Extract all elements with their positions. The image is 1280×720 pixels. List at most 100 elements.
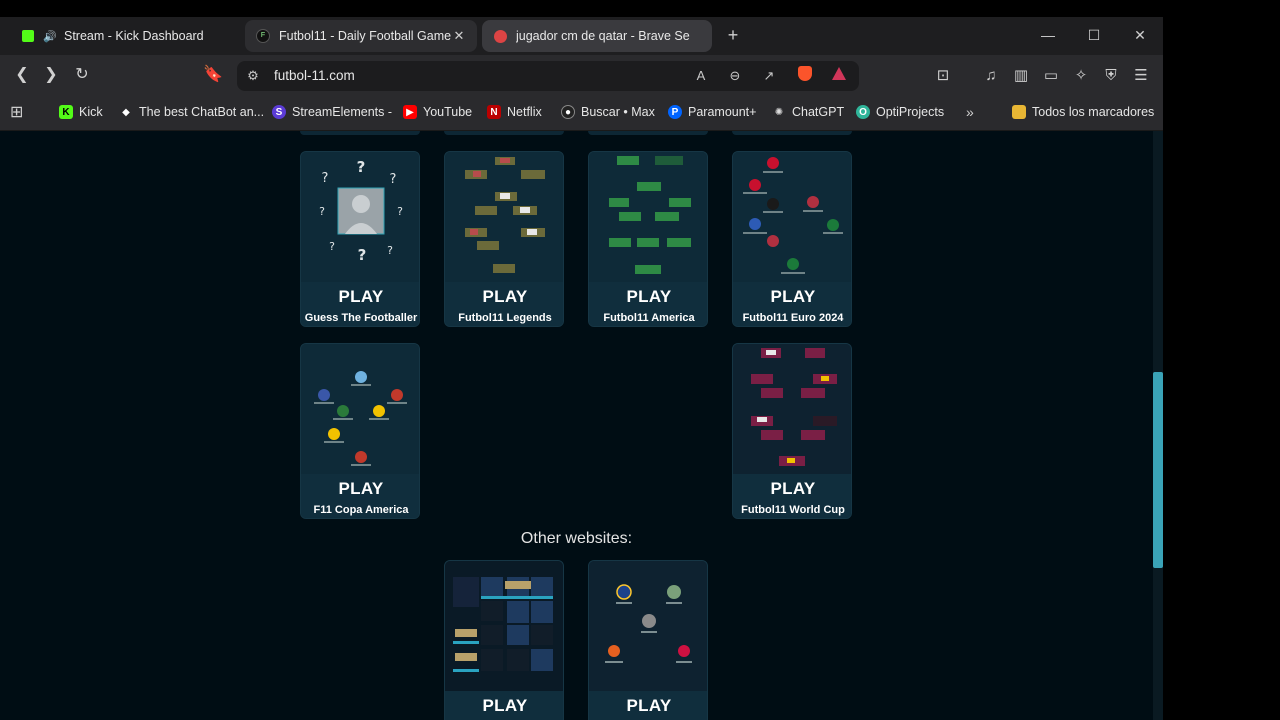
- game-card-legends[interactable]: PLAY Futbol11 Legends: [444, 151, 564, 327]
- bookmark-netflix[interactable]: N Netflix: [487, 103, 542, 121]
- card-remnant: [444, 131, 564, 135]
- tab-futbol11[interactable]: F Futbol11 - Daily Football Game ✕: [245, 20, 477, 52]
- svg-text:?: ?: [329, 240, 335, 253]
- close-tab-icon[interactable]: ✕: [451, 28, 467, 44]
- play-label[interactable]: PLAY: [733, 287, 851, 307]
- paramount-icon: P: [668, 105, 682, 119]
- page-content: ? ? ? ? ? ? ? ? PLAY Guess The Footballe…: [0, 131, 1153, 720]
- netflix-icon: N: [487, 105, 501, 119]
- bookmark-max[interactable]: ● Buscar • Max: [561, 103, 655, 121]
- svg-text:?: ?: [322, 171, 329, 186]
- play-label[interactable]: PLAY: [445, 287, 563, 307]
- streamelements-icon: S: [272, 105, 286, 119]
- menu-icon[interactable]: ☰: [1130, 66, 1152, 86]
- maximize-button[interactable]: ☐: [1084, 26, 1104, 46]
- speaker-icon[interactable]: 🔊: [43, 28, 57, 44]
- share-icon[interactable]: ↗: [759, 66, 779, 86]
- folder-icon: [1012, 105, 1026, 119]
- play-label[interactable]: PLAY: [301, 479, 419, 499]
- bookmark-chatbot[interactable]: ◆ The best ChatBot an...: [119, 103, 264, 121]
- leo-ai-icon[interactable]: ✧: [1070, 66, 1092, 86]
- game-name: Futbol11 World Cup: [741, 504, 845, 516]
- game-name: Guess The Footballer: [304, 312, 418, 324]
- bookmark-youtube[interactable]: ▶ YouTube: [403, 103, 472, 121]
- kick-icon: [20, 28, 36, 44]
- zoom-icon[interactable]: ⊖: [725, 66, 745, 86]
- tab-title: jugador cm de qatar - Brave Se: [516, 29, 690, 43]
- bookmark-chatgpt[interactable]: ✺ ChatGPT: [772, 103, 844, 121]
- vpn-icon[interactable]: ⛨: [1100, 66, 1122, 86]
- svg-text:?: ?: [358, 246, 367, 264]
- translate-icon[interactable]: A: [691, 66, 711, 86]
- site-thumbnail: [589, 561, 707, 691]
- play-label[interactable]: PLAY: [301, 287, 419, 307]
- kick-icon: K: [59, 105, 73, 119]
- tab-brave-search[interactable]: jugador cm de qatar - Brave Se: [482, 20, 712, 52]
- other-site-card-wrestling[interactable]: PLAY: [444, 560, 564, 720]
- reload-button[interactable]: ↻: [72, 64, 92, 86]
- game-thumbnail: [301, 344, 419, 474]
- forward-button[interactable]: ❯: [41, 64, 61, 86]
- flags-art: [314, 371, 407, 466]
- game-card-america[interactable]: PLAY Futbol11 America: [588, 151, 708, 327]
- game-thumbnail: ? ? ? ? ? ? ? ?: [301, 152, 419, 282]
- flags-art: [743, 157, 843, 274]
- bookmark-optiprojects[interactable]: O OptiProjects: [856, 103, 944, 121]
- bookmark-all-folder[interactable]: Todos los marcadores: [1012, 103, 1154, 121]
- game-name: F11 Copa America: [313, 504, 409, 516]
- tab-kick-dashboard[interactable]: 🔊 Stream - Kick Dashboard: [10, 20, 238, 52]
- svg-text:?: ?: [397, 205, 403, 218]
- sidebar-icon[interactable]: ▥: [1010, 66, 1032, 86]
- tab-title: Futbol11 - Daily Football Game: [279, 29, 451, 43]
- game-card-guess-footballer[interactable]: ? ? ? ? ? ? ? ? PLAY Guess The Footballe…: [300, 151, 420, 327]
- bookmark-streamelements[interactable]: S StreamElements -: [272, 103, 392, 121]
- play-label[interactable]: PLAY: [589, 287, 707, 307]
- back-button[interactable]: ❮: [12, 64, 32, 86]
- game-thumbnail: [589, 152, 707, 282]
- site-thumbnail: [445, 561, 563, 691]
- game-card-euro-2024[interactable]: PLAY Futbol11 Euro 2024: [732, 151, 852, 327]
- futbol11-icon: F: [255, 28, 271, 44]
- max-icon: ●: [561, 105, 575, 119]
- close-window-button[interactable]: ✕: [1130, 26, 1150, 46]
- play-label[interactable]: PLAY: [733, 479, 851, 499]
- game-name: Futbol11 America: [603, 312, 695, 324]
- play-label[interactable]: PLAY: [589, 696, 707, 716]
- scrollbar-thumb[interactable]: [1153, 372, 1163, 568]
- svg-text:?: ?: [390, 172, 397, 187]
- wallet-icon[interactable]: ▭: [1040, 66, 1062, 86]
- url-text[interactable]: futbol-11.com: [274, 68, 355, 83]
- media-icon[interactable]: ♫: [980, 66, 1002, 86]
- brave-shields-icon[interactable]: [795, 66, 815, 86]
- desktop-background: [1163, 0, 1280, 720]
- bookmark-kick[interactable]: K Kick: [59, 103, 103, 121]
- chatbot-icon: ◆: [122, 106, 130, 118]
- brave-rewards-icon[interactable]: [829, 66, 849, 86]
- mystery-player-art: ? ? ? ? ? ? ? ?: [319, 158, 403, 264]
- play-label[interactable]: PLAY: [445, 696, 563, 716]
- youtube-icon: ▶: [403, 105, 417, 119]
- card-remnant: [300, 131, 420, 135]
- screenshot-icon[interactable]: ⊡: [932, 66, 954, 86]
- formation-art: [465, 157, 545, 273]
- optiprojects-icon: O: [856, 105, 870, 119]
- more-bookmarks-icon[interactable]: »: [966, 103, 974, 121]
- apps-grid-icon[interactable]: ⊞: [10, 103, 23, 121]
- svg-text:?: ?: [357, 158, 366, 176]
- other-websites-heading: Other websites:: [520, 530, 633, 547]
- bookmark-icon[interactable]: 🔖: [203, 64, 223, 86]
- other-site-card-basketball[interactable]: PLAY: [588, 560, 708, 720]
- title-strip: [0, 0, 1163, 17]
- chatgpt-icon: ✺: [774, 106, 784, 118]
- tab-title: Stream - Kick Dashboard: [64, 29, 204, 43]
- game-card-world-cup[interactable]: PLAY Futbol11 World Cup: [732, 343, 852, 519]
- site-info-icon[interactable]: ⚙: [243, 66, 263, 86]
- bookmark-paramount[interactable]: P Paramount+: [668, 103, 756, 121]
- game-card-copa-america[interactable]: PLAY F11 Copa America: [300, 343, 420, 519]
- game-name: Futbol11 Legends: [458, 312, 552, 324]
- new-tab-button[interactable]: +: [723, 25, 743, 45]
- wrestling-grid-art: [453, 577, 553, 672]
- minimize-button[interactable]: —: [1038, 26, 1058, 46]
- basketball-logos-art: [605, 584, 692, 663]
- game-thumbnail: [733, 344, 851, 474]
